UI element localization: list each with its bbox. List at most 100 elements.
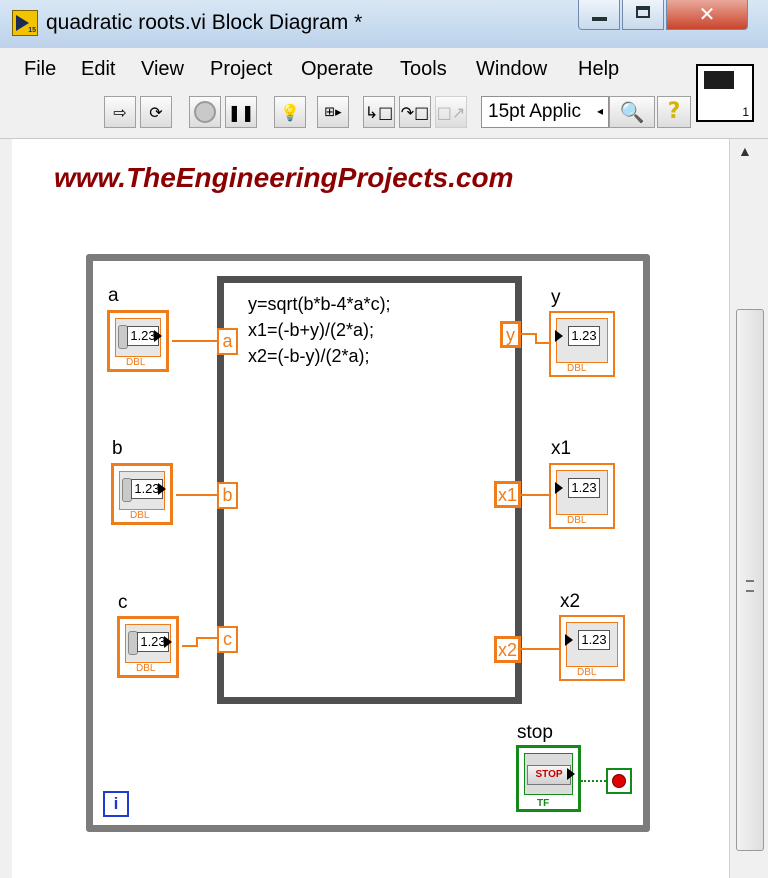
numeric-indicator-x2[interactable]: 1.23 DBL bbox=[559, 615, 625, 681]
scroll-up-arrow-icon[interactable]: ▲ bbox=[738, 143, 752, 159]
question-mark-icon: ? bbox=[667, 99, 681, 124]
app-icon-tag: 15 bbox=[28, 27, 36, 34]
output-arrow-icon bbox=[567, 768, 575, 780]
output-arrow-icon bbox=[158, 483, 166, 495]
output-arrow-icon bbox=[164, 636, 172, 648]
run-button[interactable]: ⇨ bbox=[104, 96, 136, 128]
menu-window[interactable]: Window bbox=[476, 58, 547, 81]
menu-help[interactable]: Help bbox=[578, 58, 619, 81]
step-out-icon: □↗ bbox=[436, 102, 466, 122]
indicator-label-x2: x2 bbox=[560, 591, 581, 612]
data-type: TF bbox=[537, 798, 550, 809]
scroll-thumb[interactable] bbox=[736, 309, 764, 851]
search-button[interactable]: 🔍 bbox=[609, 96, 655, 128]
close-button[interactable]: ✕ bbox=[666, 0, 748, 30]
menu-view[interactable]: View bbox=[141, 58, 184, 81]
window-title: quadratic roots.vi Block Diagram * bbox=[46, 11, 363, 34]
lightbulb-icon: 💡 bbox=[280, 102, 300, 122]
wire-x2[interactable] bbox=[521, 648, 559, 650]
vi-icon-pane[interactable]: 1 bbox=[696, 64, 754, 122]
formula-output-x1[interactable]: x1 bbox=[494, 481, 521, 508]
output-arrow-icon bbox=[154, 330, 162, 342]
formula-output-y[interactable]: y bbox=[500, 321, 521, 348]
formula-input-c[interactable]: c bbox=[217, 626, 238, 653]
indicator-value: 1.23 bbox=[578, 630, 610, 650]
formula-node[interactable]: y=sqrt(b*b-4*a*c); x1=(-b+y)/(2*a); x2=(… bbox=[217, 276, 522, 704]
menu-operate[interactable]: Operate bbox=[301, 58, 373, 81]
step-into-button[interactable]: ↳□ bbox=[363, 96, 395, 128]
minimize-button[interactable] bbox=[578, 0, 620, 30]
numeric-indicator-y[interactable]: 1.23 DBL bbox=[549, 311, 615, 377]
stop-button-text: STOP bbox=[527, 765, 571, 785]
data-type: DBL bbox=[126, 357, 146, 368]
control-label-c: c bbox=[118, 592, 128, 613]
abort-stop-icon bbox=[194, 101, 216, 123]
stop-boolean-control[interactable]: STOP TF bbox=[516, 745, 581, 812]
step-into-icon: ↳□ bbox=[364, 102, 394, 122]
numeric-control-c[interactable]: 1.23 DBL bbox=[117, 616, 179, 678]
wire-a[interactable] bbox=[172, 340, 217, 342]
run-continuously-icon: ⟳ bbox=[149, 102, 163, 122]
indicator-value: 1.23 bbox=[568, 478, 600, 498]
formula-line[interactable]: x2=(-b-y)/(2*a); bbox=[248, 346, 370, 367]
numeric-control-a[interactable]: 1.23 DBL bbox=[107, 310, 169, 372]
wire-y-end[interactable] bbox=[535, 342, 549, 344]
data-type: DBL bbox=[130, 510, 150, 521]
step-over-button[interactable]: ↷□ bbox=[399, 96, 431, 128]
numeric-indicator-x1[interactable]: 1.23 DBL bbox=[549, 463, 615, 529]
data-type: DBL bbox=[567, 515, 587, 526]
dropdown-caret-icon: ◂ bbox=[596, 104, 603, 118]
vi-graph-icon bbox=[704, 71, 734, 89]
stop-if-true-icon bbox=[612, 774, 626, 788]
stop-label: stop bbox=[517, 722, 553, 743]
control-label-b: b bbox=[112, 438, 123, 459]
close-icon: ✕ bbox=[698, 2, 716, 26]
magnifier-icon: 🔍 bbox=[619, 100, 645, 124]
grip-icon bbox=[746, 580, 754, 592]
indicator-label-x1: x1 bbox=[551, 438, 572, 459]
menu-edit[interactable]: Edit bbox=[81, 58, 115, 81]
iteration-terminal[interactable]: i bbox=[103, 791, 129, 817]
control-label-a: a bbox=[108, 285, 119, 306]
maximize-button[interactable] bbox=[622, 0, 664, 30]
data-type: DBL bbox=[567, 363, 587, 374]
context-help-button[interactable]: ? bbox=[657, 96, 691, 128]
retain-wire-values-button[interactable]: ⊞▸ bbox=[317, 96, 349, 128]
input-arrow-icon bbox=[565, 634, 573, 646]
minimize-icon bbox=[592, 17, 607, 21]
numeric-control-b[interactable]: 1.23 DBL bbox=[111, 463, 173, 525]
vi-icon-number: 1 bbox=[742, 105, 749, 119]
loop-condition-terminal[interactable] bbox=[606, 768, 632, 794]
step-over-icon: ↷□ bbox=[400, 102, 430, 122]
maximize-icon bbox=[636, 6, 650, 18]
wire-c-end[interactable] bbox=[196, 637, 217, 639]
input-arrow-icon bbox=[555, 330, 563, 342]
highlight-execution-button[interactable]: 💡 bbox=[274, 96, 306, 128]
step-out-button[interactable]: □↗ bbox=[435, 96, 467, 128]
font-select[interactable]: 15pt Applic ◂ bbox=[481, 96, 609, 128]
run-arrow-icon: ⇨ bbox=[113, 102, 127, 122]
probe-icon: ⊞▸ bbox=[324, 104, 342, 120]
indicator-value: 1.23 bbox=[568, 326, 600, 346]
abort-button[interactable] bbox=[189, 96, 221, 128]
wire-stop[interactable] bbox=[581, 780, 606, 782]
menu-project[interactable]: Project bbox=[210, 58, 272, 81]
labview-app-icon[interactable]: 15 bbox=[12, 10, 38, 36]
pause-icon: ❚❚ bbox=[227, 102, 255, 122]
formula-line[interactable]: y=sqrt(b*b-4*a*c); bbox=[248, 294, 391, 315]
pause-button[interactable]: ❚❚ bbox=[225, 96, 257, 128]
wire-b[interactable] bbox=[176, 494, 217, 496]
formula-line[interactable]: x1=(-b+y)/(2*a); bbox=[248, 320, 374, 341]
menu-file[interactable]: File bbox=[24, 58, 56, 81]
formula-input-a[interactable]: a bbox=[217, 328, 238, 355]
watermark-text: www.TheEngineeringProjects.com bbox=[54, 162, 514, 193]
data-type: DBL bbox=[577, 667, 597, 678]
font-select-value: 15pt Applic bbox=[488, 101, 581, 122]
menu-tools[interactable]: Tools bbox=[400, 58, 447, 81]
vertical-scrollbar[interactable]: ▲ bbox=[729, 139, 768, 878]
run-continuously-button[interactable]: ⟳ bbox=[140, 96, 172, 128]
indicator-label-y: y bbox=[551, 287, 561, 308]
formula-input-b[interactable]: b bbox=[217, 482, 238, 509]
wire-x1[interactable] bbox=[521, 494, 549, 496]
formula-output-x2[interactable]: x2 bbox=[494, 636, 521, 663]
